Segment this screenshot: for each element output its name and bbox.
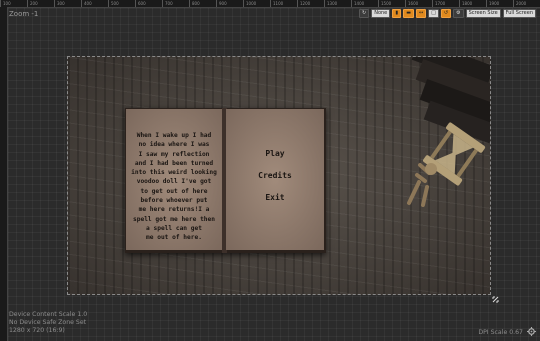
story-line: When I wake up I had <box>136 132 212 139</box>
book-right-page: Play Credits Exit <box>226 109 324 250</box>
safe-zone-icon[interactable]: □ <box>428 9 439 18</box>
vertical-ruler <box>0 7 8 341</box>
mode-dropdown[interactable]: None <box>371 9 391 18</box>
zoom-level: Zoom -1 <box>9 10 39 18</box>
hourglass-and-books-decoration <box>407 57 490 207</box>
ruler-tick: 1500 <box>378 0 405 7</box>
story-line: no idea where I was <box>138 141 210 149</box>
exit-button[interactable]: Exit <box>226 193 324 202</box>
ruler-tick: 300 <box>54 0 81 7</box>
story-line: spell got me here then <box>133 215 215 223</box>
portrait-icon[interactable]: ▮ <box>392 9 402 18</box>
device-info: Device Content Scale 1.0 No Device Safe … <box>9 311 87 335</box>
ruler-tick: 900 <box>216 0 243 7</box>
story-line: voodoo doll I've got <box>136 178 212 186</box>
open-book: When I wake up I had no idea where I was I… <box>125 108 326 253</box>
story-text: When I wake up I had no idea where I was I… <box>129 131 219 243</box>
ruler-tick: 1800 <box>459 0 486 7</box>
full-screen-dropdown[interactable]: Full Screen <box>502 9 536 18</box>
safe-zone-status: No Device Safe Zone Set <box>9 319 87 326</box>
device-content-scale: Device Content Scale 1.0 <box>9 311 88 318</box>
story-line: into this weird looking <box>131 169 217 177</box>
story-line: and I had been turned <box>134 159 214 167</box>
ruler-tick: 400 <box>81 0 108 7</box>
ruler-tick: 1400 <box>351 0 378 7</box>
screen-size-dropdown[interactable]: Screen Size <box>465 9 501 18</box>
ruler-tick: 2000 <box>513 0 540 7</box>
gear-icon[interactable] <box>527 327 536 336</box>
horizontal-ruler: 100 200 300 400 500 600 700 800 900 1000 1100 1200 1… <box>0 0 540 8</box>
story-line: I saw my reflection <box>138 150 210 158</box>
preview-toolbar: ↻ None ▮ ▬ ↔ □ ↺ ⚙ Screen Size Full Scre… <box>359 9 536 18</box>
story-line: me here returns!I a <box>138 206 210 214</box>
rotate-icon[interactable]: ↺ <box>440 9 452 18</box>
flip-icon[interactable]: ↔ <box>415 9 427 18</box>
ruler-tick: 1700 <box>432 0 459 7</box>
story-line: me out of here. <box>146 234 202 242</box>
ruler-tick: 1900 <box>486 0 513 7</box>
landscape-icon[interactable]: ▬ <box>403 9 414 18</box>
ruler-tick: 800 <box>189 0 216 7</box>
ruler-tick: 500 <box>108 0 135 7</box>
story-line: a spell can get <box>146 224 202 232</box>
credits-button[interactable]: Credits <box>226 171 324 180</box>
story-line: before whoever put <box>140 197 208 205</box>
play-button[interactable]: Play <box>226 149 324 158</box>
reset-icon[interactable]: ↻ <box>359 9 370 18</box>
ruler-tick: 200 <box>27 0 54 7</box>
ruler-tick: 700 <box>162 0 189 7</box>
ruler-tick: 100 <box>0 0 27 7</box>
ruler-tick: 1600 <box>405 0 432 7</box>
settings-icon[interactable]: ⚙ <box>453 9 464 18</box>
story-line: to get out of here <box>140 187 208 195</box>
ruler-tick: 1200 <box>297 0 324 7</box>
ruler-tick: 1300 <box>324 0 351 7</box>
dpi-scale: DPI Scale 0.67 <box>478 329 523 336</box>
ruler-tick: 1100 <box>270 0 297 7</box>
ruler-tick: 1000 <box>243 0 270 7</box>
book-left-page: When I wake up I had no idea where I was I… <box>126 109 223 250</box>
resize-handle-icon[interactable] <box>492 296 499 303</box>
game-viewport: When I wake up I had no idea where I was I… <box>67 56 491 295</box>
ruler-tick: 600 <box>135 0 162 7</box>
resolution-label: 1280 x 720 (16:9) <box>9 327 65 334</box>
